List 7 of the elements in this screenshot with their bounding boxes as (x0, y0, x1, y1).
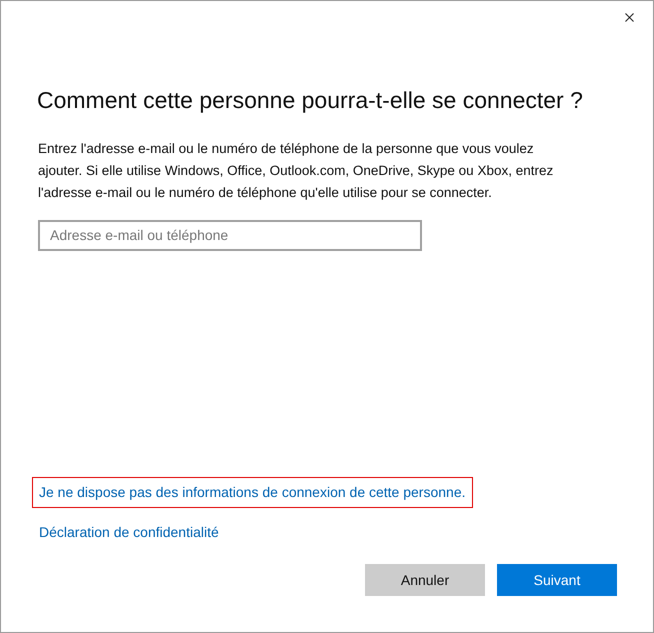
cancel-button[interactable]: Annuler (365, 564, 485, 596)
email-field[interactable]: Adresse e-mail ou téléphone (38, 220, 422, 250)
next-button[interactable]: Suivant (497, 564, 617, 596)
dialog-heading: Comment cette personne pourra-t-elle se connecter ? (37, 86, 584, 115)
link[interactable]: Déclaration de confidentialité (32, 517, 226, 548)
description-text: Entrez l'adresse e-mail ou le numéro de téléphone de la personne que vous voulez ajouter. Si elle utilise Windows, Office, Outlook.com, OneDrive, Skype ou Xbox, entrez l'adresse e-mail ou le numéro de téléphone qu'elle utilise pour se connecter. (38, 140, 554, 202)
link[interactable]: Je ne dispose pas des informations de connexion de cette personne. (32, 477, 473, 508)
